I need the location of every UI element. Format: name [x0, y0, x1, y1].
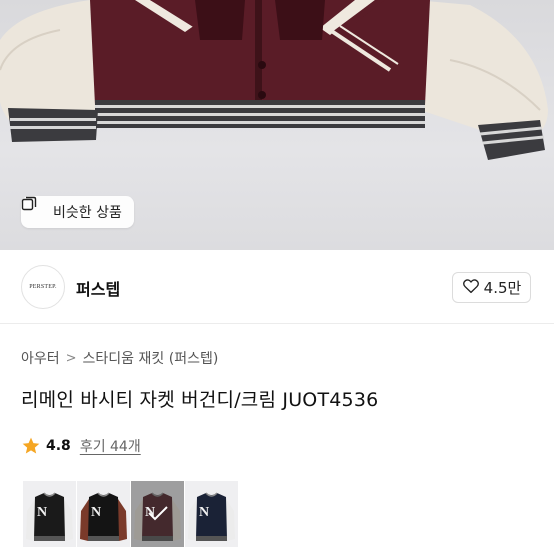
product-title: 리메인 바시티 자켓 버건디/크림 JUOT4536	[21, 389, 379, 411]
variant-letter: N	[37, 505, 48, 520]
like-count: 4.5만	[483, 279, 522, 297]
seller-logo-text: PERSTEP.	[29, 284, 57, 290]
product-image[interactable]: 비슷한 상품	[0, 0, 554, 250]
rating-row: 4.8 후기 44개	[21, 436, 141, 456]
review-count-link[interactable]: 후기 44개	[80, 436, 141, 456]
selected-check-icon	[148, 506, 168, 521]
variant-letter: N	[91, 505, 102, 520]
seller-name[interactable]: 퍼스텝	[76, 276, 120, 300]
star-icon	[21, 436, 41, 456]
variant-thumbnail-black-brown[interactable]: N	[77, 481, 130, 547]
variant-letter: N	[199, 505, 210, 520]
variant-thumbnail-navy-white[interactable]: N	[185, 481, 238, 547]
breadcrumb-subcategory[interactable]: 스타디움 재킷 (퍼스텝)	[83, 348, 219, 368]
breadcrumb: 아우터 > 스타디움 재킷 (퍼스텝)	[21, 348, 218, 368]
similar-products-button[interactable]: 비슷한 상품	[21, 196, 134, 228]
breadcrumb-category[interactable]: 아우터	[21, 348, 60, 368]
copy-icon	[21, 196, 47, 220]
similar-products-label: 비슷한 상품	[53, 205, 122, 221]
variant-thumbnails: NNNN	[23, 481, 238, 547]
variant-thumbnail-black-white[interactable]: N	[23, 481, 76, 547]
heart-icon	[462, 277, 480, 299]
seller-logo[interactable]: PERSTEP.	[21, 265, 65, 309]
rating-score: 4.8	[46, 438, 71, 454]
seller-row: PERSTEP. 퍼스텝 4.5만	[0, 250, 554, 324]
like-button[interactable]: 4.5만	[452, 272, 531, 303]
variant-thumbnail-burgundy-cream[interactable]: N	[131, 481, 184, 547]
breadcrumb-separator: >	[65, 350, 77, 366]
